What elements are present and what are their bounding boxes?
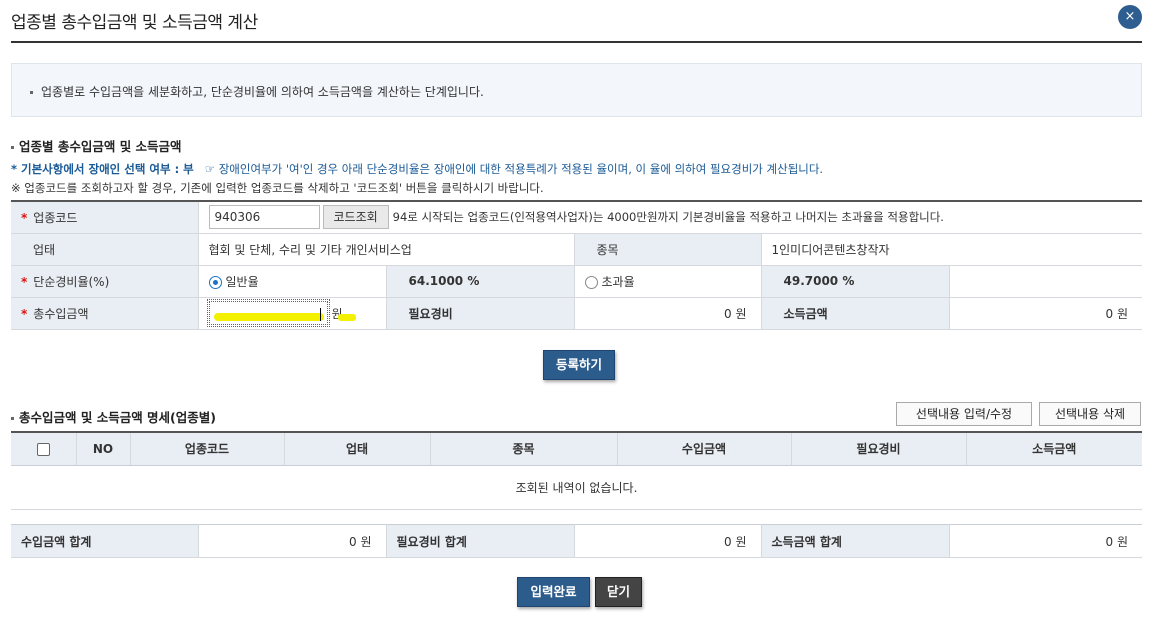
column-header: 필요경비 [790, 432, 966, 466]
close-icon[interactable]: × [1118, 5, 1142, 29]
detail-table: NO 업종코드 업태 종목 수입금액 필요경비 소득금액 조회된 내역이 없습니… [11, 431, 1142, 510]
table-header-row: NO 업종코드 업태 종목 수입금액 필요경비 소득금액 [11, 432, 1142, 466]
dialog-title: 업종별 총수입금액 및 소득금액 계산 [11, 13, 258, 33]
radio-selected-icon[interactable] [208, 275, 222, 289]
code-lookup-note: ※ 업종코드를 조회하고자 할 경우, 기존에 입력한 업종코드를 삭제하고 '… [11, 181, 544, 195]
rate-general-option[interactable]: 일반율 [197, 265, 386, 298]
business-label: 업태 [11, 233, 198, 266]
revenue-input[interactable] [206, 299, 356, 327]
total-income-value: 0 원 [948, 524, 1142, 558]
dialog-header: 업종별 총수입금액 및 소득금액 계산 × [11, 0, 1142, 43]
info-box: 업종별로 수입금액을 세분화하고, 단순경비율에 의하여 소득금액을 계산하는 … [11, 63, 1142, 117]
column-header: 업종코드 [129, 432, 284, 466]
total-income-label: 소득금액 합계 [760, 524, 949, 558]
code-description: 94로 시작되는 업종코드(인적용역사업자)는 4000만원까지 기본경비율을 … [392, 210, 944, 225]
totals-table: 수입금액 합계 0 원 필요경비 합계 0 원 소득금액 합계 0 원 [11, 524, 1142, 558]
total-expense-label: 필요경비 합계 [385, 524, 574, 558]
rate-general-value: 64.1000 % [385, 265, 574, 298]
income-form: * 업종코드 940306 코드조회 94로 시작되는 업종코드(인적용역사업자)는 … [11, 200, 1142, 330]
income-label: 소득금액 [760, 297, 949, 330]
bullet-icon [11, 146, 14, 149]
radio-unselected-icon[interactable] [584, 275, 598, 289]
total-expense-value: 0 원 [573, 524, 761, 558]
total-revenue-label: 수입금액 합계 [11, 524, 198, 558]
bullet-icon [11, 417, 14, 420]
register-button[interactable]: 등록하기 [543, 350, 615, 380]
industry-code-input[interactable]: 940306 [208, 205, 320, 230]
delete-selected-button[interactable]: 선택내용 삭제 [1039, 402, 1141, 426]
income-value: 0 원 [948, 297, 1142, 330]
info-text: 업종별로 수입금액을 세분화하고, 단순경비율에 의하여 소득금액을 계산하는 … [41, 85, 484, 99]
code-label: * 업종코드 [11, 201, 198, 234]
item-value: 1인미디어콘텐츠창작자 [760, 233, 1142, 266]
column-header: 종목 [429, 432, 617, 466]
total-revenue-value: 0 원 [197, 524, 386, 558]
bullet-icon [30, 91, 33, 94]
column-header: 수입금액 [616, 432, 791, 466]
section-title-detail: 총수입금액 및 소득금액 명세(업종별) [11, 407, 216, 426]
section-title-income: 업종별 총수입금액 및 소득금액 [11, 136, 182, 155]
rate-label: * 단순경비율(%) [11, 265, 198, 298]
complete-button[interactable]: 입력완료 [517, 577, 590, 607]
select-all-checkbox[interactable] [36, 442, 50, 456]
code-lookup-button[interactable]: 코드조회 [322, 205, 389, 230]
empty-message: 조회된 내역이 없습니다. [11, 465, 1142, 510]
column-header: NO [75, 432, 130, 466]
item-label: 종목 [573, 233, 761, 266]
disability-note: * 기본사항에서 장애인 선택 여부 : 부 ☞ 장애인여부가 '여'인 경우 … [11, 162, 824, 176]
expense-value: 0 원 [573, 297, 761, 330]
column-header: 업태 [283, 432, 430, 466]
business-value: 협회 및 단체, 수리 및 기타 개인서비스업 [197, 233, 574, 266]
column-header: 소득금액 [965, 432, 1142, 466]
edit-selected-button[interactable]: 선택내용 입력/수정 [896, 402, 1032, 426]
expense-label: 필요경비 [385, 297, 574, 330]
rate-excess-option[interactable]: 초과율 [573, 265, 761, 298]
revenue-label: * 총수입금액 [11, 297, 198, 330]
close-button[interactable]: 닫기 [595, 577, 642, 607]
rate-excess-value: 49.7000 % [760, 265, 949, 298]
